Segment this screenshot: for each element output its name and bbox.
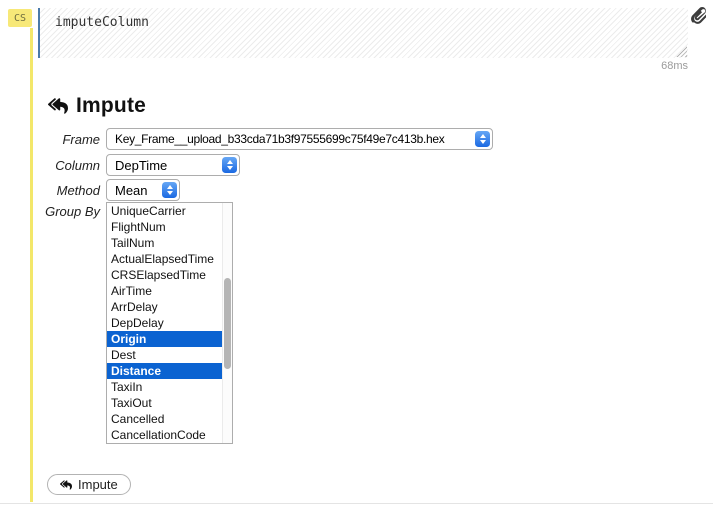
cell-divider <box>0 503 713 504</box>
code-text[interactable]: imputeColumn <box>55 15 149 30</box>
list-item[interactable]: ArrDelay <box>107 299 222 315</box>
group-by-row: Group By UniqueCarrier FlightNum TailNum Ac… <box>0 202 233 444</box>
group-by-label: Group By <box>45 204 100 219</box>
method-row: Method Mean <box>0 179 180 201</box>
list-item[interactable]: TailNum <box>107 235 222 251</box>
list-item[interactable]: UniqueCarrier <box>107 203 222 219</box>
reply-arrow-icon <box>48 98 68 114</box>
section-title: Impute <box>48 92 146 120</box>
list-item[interactable]: ActualElapsedTime <box>107 251 222 267</box>
impute-button-label: Impute <box>78 477 118 492</box>
column-label: Column <box>55 157 100 173</box>
list-item[interactable]: Distance <box>107 363 222 379</box>
cell-type-badge: CS <box>8 9 32 27</box>
list-item[interactable]: Dest <box>107 347 222 363</box>
page-title: Impute <box>76 94 147 117</box>
method-select[interactable]: Mean <box>106 179 180 201</box>
impute-button[interactable]: Impute <box>47 474 131 495</box>
select-stepper-icon <box>162 182 177 198</box>
reply-arrow-icon <box>60 479 72 490</box>
frame-row: Frame Key_Frame__upload_b33cda71b3f97555… <box>0 128 493 150</box>
frame-label: Frame <box>62 131 100 147</box>
column-select[interactable]: DepTime <box>106 154 240 176</box>
select-stepper-icon <box>222 157 237 173</box>
column-select-value: DepTime <box>115 157 168 173</box>
code-editor[interactable]: imputeColumn <box>38 8 688 58</box>
resize-handle[interactable] <box>676 46 687 57</box>
scrollbar[interactable] <box>222 203 232 443</box>
group-by-options: UniqueCarrier FlightNum TailNum ActualElaps… <box>107 203 222 443</box>
frame-select-value: Key_Frame__upload_b33cda71b3f97555699c75… <box>115 132 445 146</box>
list-item[interactable]: CancellationCode <box>107 427 222 443</box>
list-item[interactable]: CRSElapsedTime <box>107 267 222 283</box>
select-stepper-icon <box>475 131 490 147</box>
paperclip-icon[interactable] <box>691 7 706 24</box>
list-item[interactable]: TaxiIn <box>107 379 222 395</box>
list-item[interactable]: AirTime <box>107 283 222 299</box>
frame-select[interactable]: Key_Frame__upload_b33cda71b3f97555699c75… <box>106 128 493 150</box>
list-item[interactable]: Cancelled <box>107 411 222 427</box>
group-by-list[interactable]: UniqueCarrier FlightNum TailNum ActualElaps… <box>106 202 233 444</box>
execution-time: 68ms <box>661 60 688 72</box>
list-item[interactable]: TaxiOut <box>107 395 222 411</box>
list-item[interactable]: FlightNum <box>107 219 222 235</box>
list-item[interactable]: Origin <box>107 331 222 347</box>
column-row: Column DepTime <box>0 154 240 176</box>
scrollbar-thumb[interactable] <box>224 278 231 369</box>
method-label: Method <box>56 182 100 198</box>
list-item[interactable]: DepDelay <box>107 315 222 331</box>
